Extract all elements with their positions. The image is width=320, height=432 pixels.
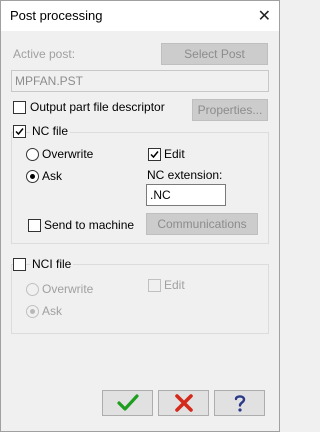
green-checkmark-icon: [117, 394, 139, 411]
post-processing-dialog: Post processing ✕ Active post: Select Po…: [0, 0, 280, 432]
nc-extension-field[interactable]: .NC: [146, 184, 226, 206]
nci-overwrite-label: Overwrite: [42, 282, 94, 296]
active-post-label: Active post:: [13, 47, 76, 61]
nci-file-label: NCI file: [30, 257, 74, 271]
nc-overwrite-radio[interactable]: [26, 148, 39, 161]
nc-edit-checkbox[interactable]: [148, 148, 161, 161]
nc-overwrite-label: Overwrite: [42, 147, 94, 161]
checkmark-icon: [150, 151, 159, 159]
question-mark-icon: [234, 395, 246, 412]
red-x-icon: [175, 394, 193, 412]
output-descriptor-checkbox[interactable]: [13, 101, 26, 114]
nci-edit-checkbox[interactable]: [148, 279, 161, 292]
nci-file-checkbox[interactable]: [13, 258, 26, 271]
nci-overwrite-radio[interactable]: [26, 283, 39, 296]
output-descriptor-label: Output part file descriptor: [30, 100, 165, 114]
communications-button[interactable]: Communications: [146, 213, 258, 235]
properties-button[interactable]: Properties...: [192, 99, 268, 121]
dialog-title: Post processing: [10, 8, 103, 23]
select-post-button[interactable]: Select Post: [161, 43, 268, 65]
nci-ask-radio[interactable]: [26, 305, 39, 318]
nc-extension-label: NC extension:: [147, 168, 223, 182]
nc-file-label: NC file: [30, 124, 71, 138]
nci-edit-label: Edit: [164, 278, 185, 292]
nc-edit-label: Edit: [164, 147, 185, 161]
cancel-button[interactable]: [158, 390, 209, 416]
ok-button[interactable]: [102, 390, 153, 416]
nc-ask-label: Ask: [42, 169, 63, 183]
send-to-machine-checkbox[interactable]: [28, 219, 41, 232]
active-post-field[interactable]: MPFAN.PST: [11, 70, 269, 92]
close-icon[interactable]: ✕: [258, 6, 271, 26]
nc-ask-radio[interactable]: [26, 170, 39, 183]
title-bar: Post processing ✕: [1, 1, 279, 31]
send-to-machine-label: Send to machine: [44, 218, 135, 232]
help-button[interactable]: [214, 390, 265, 416]
checkmark-icon: [15, 128, 24, 136]
nci-ask-label: Ask: [42, 304, 63, 318]
nci-file-group: [11, 264, 269, 334]
nc-file-checkbox[interactable]: [13, 125, 26, 138]
